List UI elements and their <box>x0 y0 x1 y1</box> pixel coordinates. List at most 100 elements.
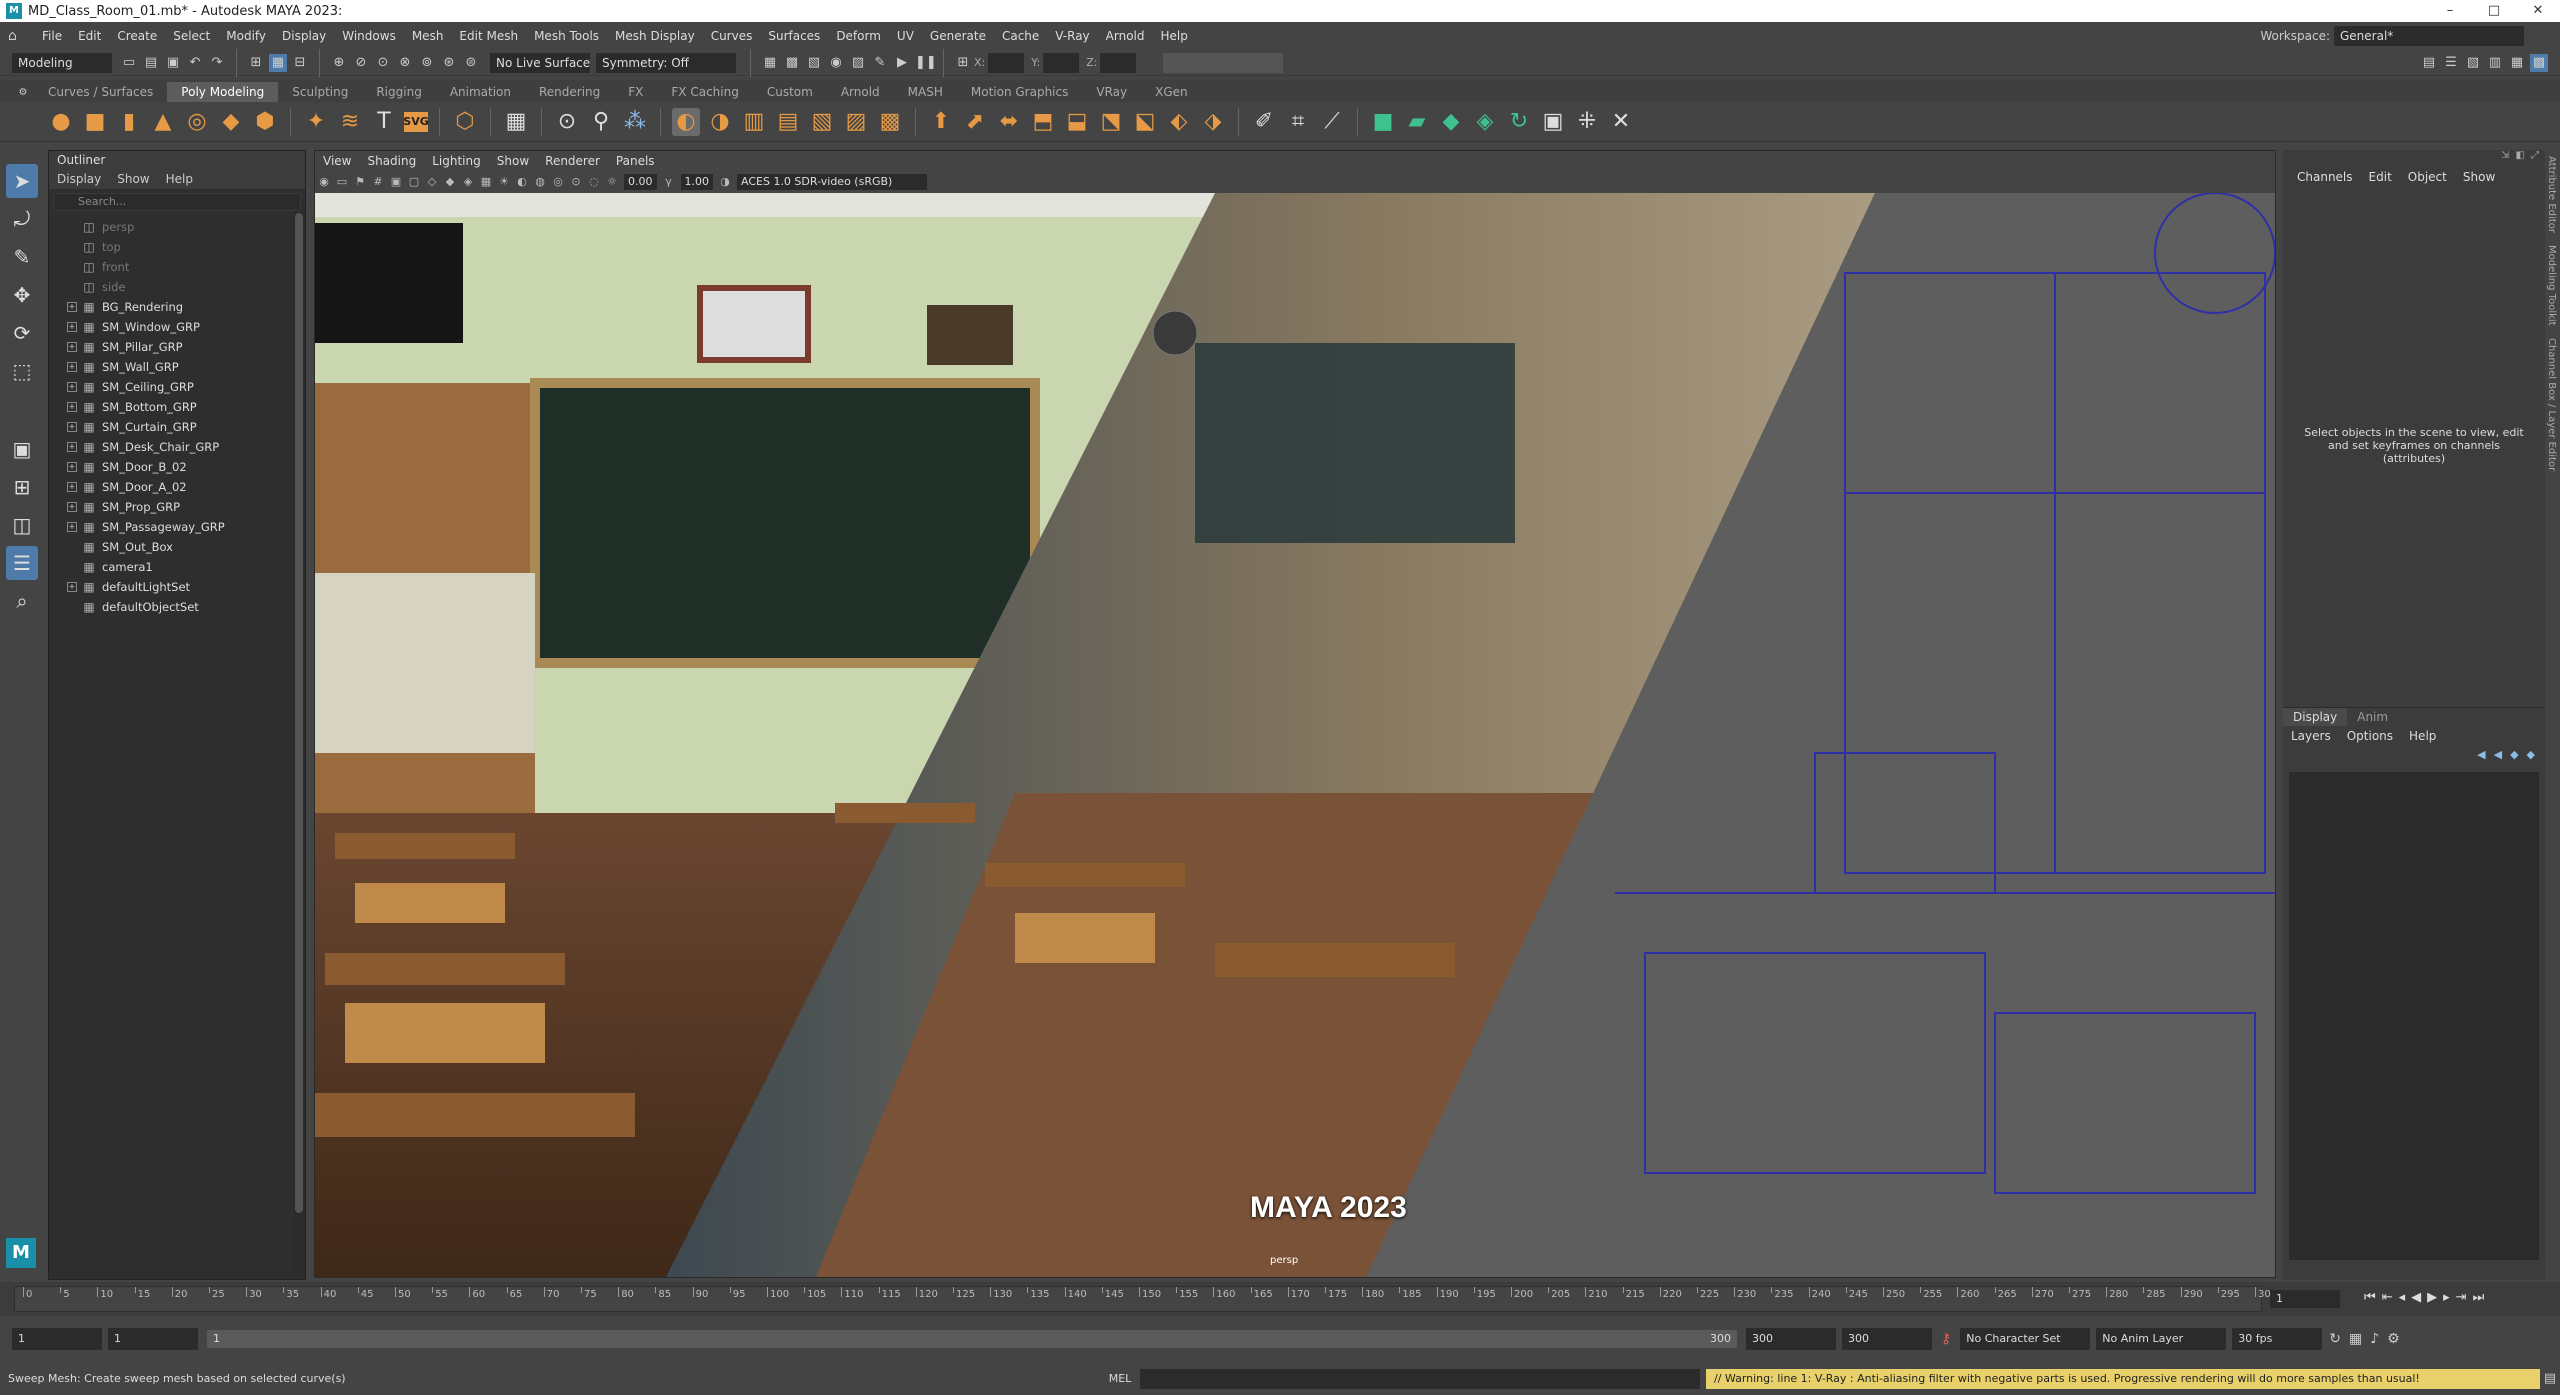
combine-meshes-icon[interactable]: ◑ <box>706 108 734 136</box>
conform-icon[interactable]: ◆ <box>1437 108 1465 136</box>
lasso-tool-icon[interactable]: ⤾ <box>6 202 38 236</box>
lights-icon[interactable]: ☀ <box>497 175 511 189</box>
expand-toggle-icon[interactable]: + <box>67 462 77 472</box>
gamma-icon[interactable]: γ <box>662 175 676 189</box>
uv-editor-icon[interactable]: ▦ <box>502 108 530 136</box>
snap-view-icon[interactable]: ⊗ <box>396 54 414 72</box>
menu-mesh[interactable]: Mesh <box>404 29 452 43</box>
menu-generate[interactable]: Generate <box>922 29 994 43</box>
playback-end-field[interactable]: 300 <box>1746 1328 1836 1350</box>
expand-toggle-icon[interactable]: + <box>67 442 77 452</box>
retopologize-icon[interactable]: ▣ <box>1539 108 1567 136</box>
minimize-button[interactable]: – <box>2428 0 2472 22</box>
quad-draw-icon[interactable]: ✐ <box>1250 108 1278 136</box>
input-line[interactable] <box>1163 52 1284 73</box>
perspective-viewport[interactable]: View Shading Lighting Show Renderer Pane… <box>314 150 2276 1278</box>
channelbox-menu-object[interactable]: Object <box>2400 170 2455 184</box>
poly-disc-icon[interactable]: ⬢ <box>251 108 279 136</box>
outliner-item[interactable]: + ▦ defaultLightSet <box>49 577 305 597</box>
poly-text-icon[interactable]: T <box>370 108 398 136</box>
viewport-menu-shading[interactable]: Shading <box>359 154 424 168</box>
shelf-tab-poly-modeling[interactable]: Poly Modeling <box>167 82 279 102</box>
live-surface-field[interactable]: No Live Surface <box>490 52 590 73</box>
menu-select[interactable]: Select <box>165 29 218 43</box>
close-button[interactable]: ✕ <box>2516 0 2560 22</box>
sound-icon[interactable]: ♪ <box>2370 1331 2379 1347</box>
outliner-search-input[interactable]: Search... <box>53 193 301 211</box>
move-layer-down-icon[interactable]: ◀ <box>2494 748 2502 761</box>
poly-svg-icon[interactable]: SVG <box>403 111 429 132</box>
expand-toggle-icon[interactable]: + <box>67 322 77 332</box>
menu-windows[interactable]: Windows <box>334 29 404 43</box>
character-set-dropdown[interactable]: No Character Set <box>1960 1328 2091 1350</box>
triangulate-icon[interactable]: ✕ <box>1607 108 1635 136</box>
four-pane-layout-icon[interactable]: ⊞ <box>6 470 38 504</box>
viewport-menu-renderer[interactable]: Renderer <box>537 154 608 168</box>
layer-menu-layers[interactable]: Layers <box>2283 729 2339 743</box>
single-pane-layout-icon[interactable]: ▣ <box>6 432 38 466</box>
snap-point-icon[interactable]: ⊙ <box>374 54 392 72</box>
maximize-button[interactable]: □ <box>2472 0 2516 22</box>
outliner-item[interactable]: + ▦ SM_Door_A_02 <box>49 477 305 497</box>
wireframe-icon[interactable]: ◇ <box>425 175 439 189</box>
bridge-icon[interactable]: ▧ <box>808 108 836 136</box>
menu-modify[interactable]: Modify <box>218 29 274 43</box>
render-view-icon[interactable]: ▦ <box>761 54 779 72</box>
new-layer-selected-icon[interactable]: ◆ <box>2527 748 2535 761</box>
channelbox-menu-edit[interactable]: Edit <box>2361 170 2400 184</box>
exposure-icon[interactable]: ☼ <box>605 175 619 189</box>
channelbox-toggle-icon[interactable]: ⇲ <box>2501 150 2509 161</box>
play-backwards-icon[interactable]: ◀ <box>2411 1290 2421 1305</box>
bookmark-icon[interactable]: ⚑ <box>353 175 367 189</box>
shelf-tab-curves-surfaces[interactable]: Curves / Surfaces <box>34 82 167 102</box>
poly-torus-icon[interactable]: ◎ <box>183 108 211 136</box>
extract-icon[interactable]: ▤ <box>774 108 802 136</box>
shelf-tab-arnold[interactable]: Arnold <box>827 82 894 102</box>
transform-field-icon[interactable]: ⊞ <box>954 54 972 72</box>
gamma-field[interactable]: 1.00 <box>680 174 713 190</box>
layer-toggle-icon[interactable]: ▩ <box>2530 53 2548 72</box>
outliner-item[interactable]: + ▦ SM_Curtain_GRP <box>49 417 305 437</box>
bridge-edges-icon[interactable]: ⬌ <box>995 108 1023 136</box>
outliner-item[interactable]: + ▦ SM_Desk_Chair_GRP <box>49 437 305 457</box>
mirror-icon[interactable]: ▩ <box>876 108 904 136</box>
snap-surface-icon[interactable]: ⊚ <box>418 54 436 72</box>
antialiasing-icon[interactable]: ◎ <box>551 175 565 189</box>
expand-toggle-icon[interactable]: + <box>67 582 77 592</box>
expand-toggle-icon[interactable]: + <box>67 502 77 512</box>
shelf-tab-rendering[interactable]: Rendering <box>525 82 614 102</box>
step-forward-key-icon[interactable]: ⇥ <box>2456 1290 2467 1305</box>
snap-grid-icon[interactable]: ⊕ <box>330 54 348 72</box>
offset-edge-loop-icon[interactable]: ⬖ <box>1165 108 1193 136</box>
vray-ipr-icon[interactable]: ▶ <box>893 54 911 72</box>
menu-vray[interactable]: V-Ray <box>1047 29 1097 43</box>
ambient-occlusion-icon[interactable]: ◍ <box>533 175 547 189</box>
script-language-toggle[interactable]: MEL <box>1100 1372 1140 1385</box>
textured-icon[interactable]: ▦ <box>479 175 493 189</box>
color-management-icon[interactable]: ◑ <box>718 175 732 189</box>
outliner-item[interactable]: + ▦ SM_Passageway_GRP <box>49 517 305 537</box>
exposure-field[interactable]: 0.00 <box>624 174 657 190</box>
reverse-normals-icon[interactable]: ◈ <box>1471 108 1499 136</box>
anim-prefs-icon[interactable]: ⚙ <box>2387 1331 2400 1347</box>
outliner-menu-help[interactable]: Help <box>158 172 201 186</box>
merge-vertices-icon[interactable]: ⁂ <box>621 108 649 136</box>
outliner-item[interactable]: ◫ side <box>49 277 305 297</box>
outliner-item[interactable]: ▦ camera1 <box>49 557 305 577</box>
xray-icon[interactable]: ◌ <box>587 175 601 189</box>
edit-edge-flow-icon[interactable]: ⌗ <box>1284 108 1312 136</box>
cache-playback-icon[interactable]: ▦ <box>2349 1331 2362 1347</box>
fill-hole-icon[interactable]: ⬓ <box>1063 108 1091 136</box>
render-settings-icon[interactable]: ◉ <box>827 54 845 72</box>
color-space-dropdown[interactable]: ACES 1.0 SDR-video (sRGB) <box>737 174 927 190</box>
shelf-options-icon[interactable]: ⚙ <box>14 84 32 102</box>
side-tab-modeling-toolkit[interactable]: Modeling Toolkit <box>2546 239 2557 332</box>
select-tool-icon[interactable]: ➤ <box>6 164 38 198</box>
range-slider-bar[interactable]: 1 300 <box>207 1330 1737 1348</box>
shelf-tab-custom[interactable]: Custom <box>753 82 827 102</box>
go-to-start-icon[interactable]: ⏮ <box>2364 1290 2376 1305</box>
viewport-menu-show[interactable]: Show <box>489 154 537 168</box>
symmetry-dropdown[interactable]: Symmetry: Off <box>596 52 736 73</box>
animation-start-field[interactable]: 1 <box>12 1328 102 1350</box>
paint-select-icon[interactable]: ✎ <box>6 240 38 274</box>
